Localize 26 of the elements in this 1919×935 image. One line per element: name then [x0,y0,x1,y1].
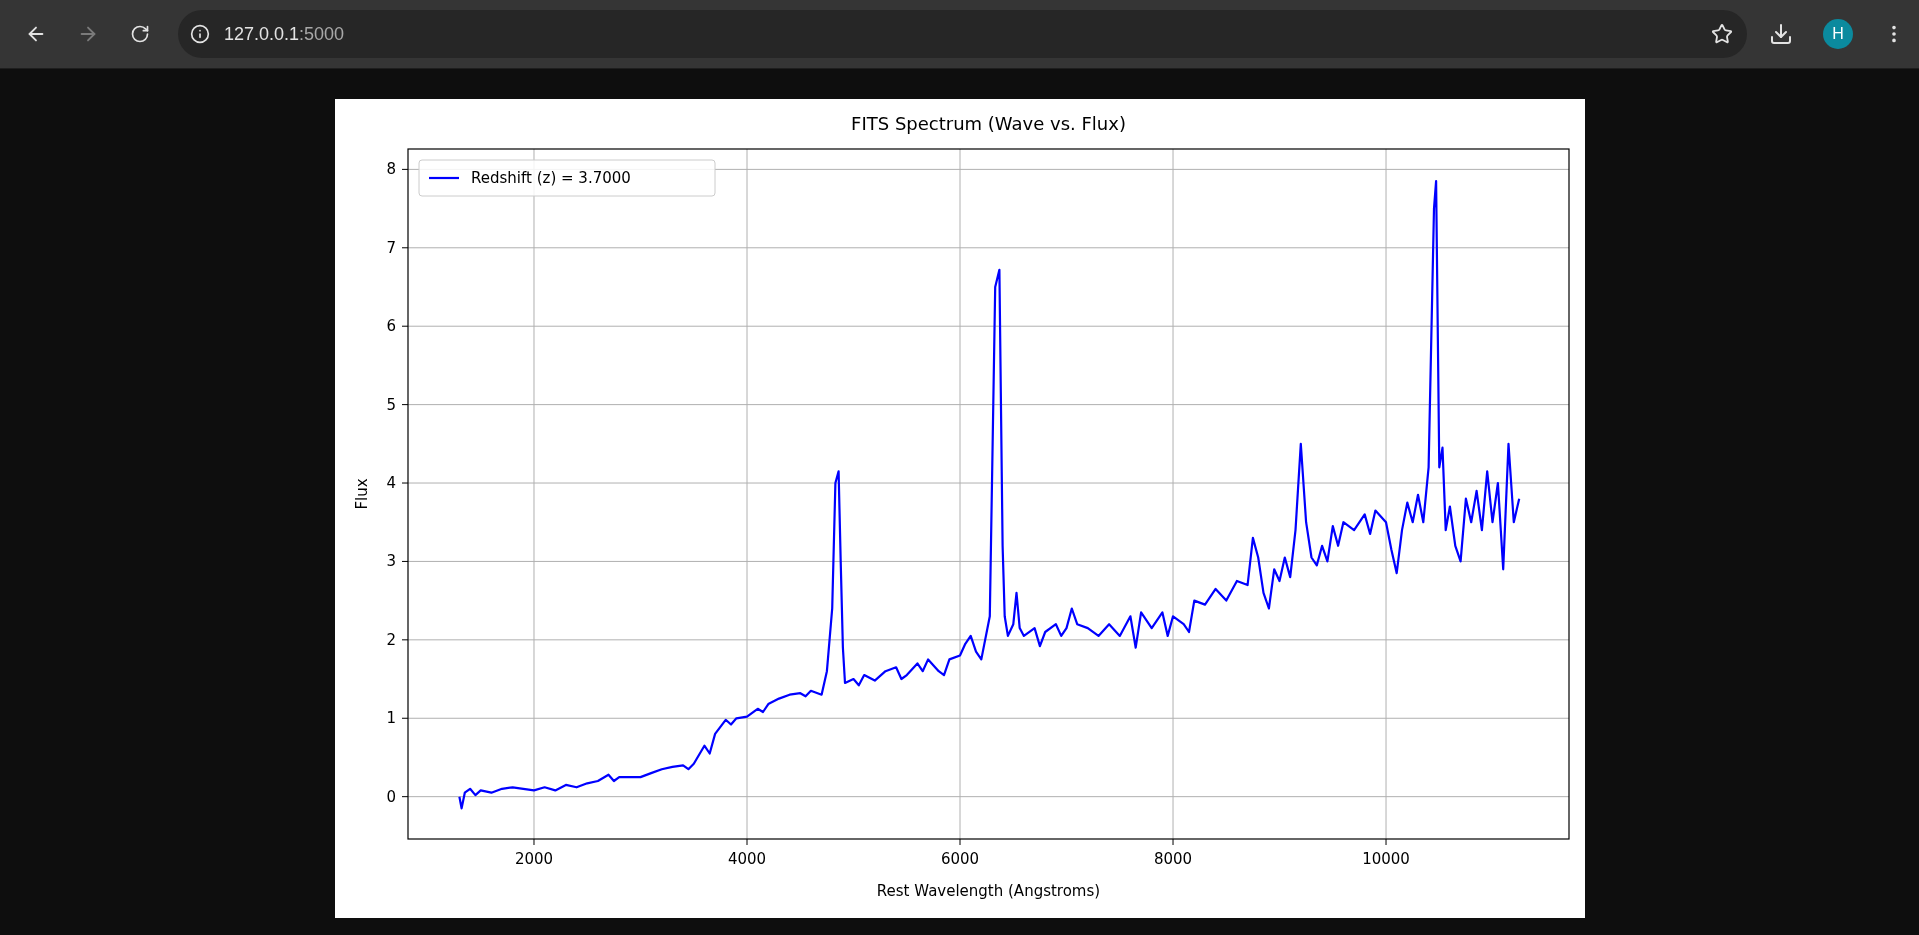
x-axis-label: Rest Wavelength (Angstroms) [876,882,1100,900]
y-tick-label: 6 [385,317,396,336]
legend-line-swatch [428,176,459,180]
y-tick-label: 4 [385,474,396,492]
y-tick-label: 5 [385,395,396,414]
profile-avatar[interactable]: H [1823,19,1853,49]
reload-icon[interactable] [130,24,150,44]
legend-label: Redshift (z) = 3.7000 [470,169,631,187]
y-axis-label: Flux [352,478,371,510]
y-tick-label: 3 [385,552,396,571]
y-tick-label: 1 [385,709,396,728]
address-bar[interactable]: 127.0.0.1:5000 [178,10,1747,58]
y-tick-label: 7 [385,238,396,257]
url-text: 127.0.0.1:5000 [224,23,346,45]
x-tick-label: 2000 [514,850,553,868]
x-tick-label: 4000 [727,850,766,868]
info-icon[interactable] [190,24,210,44]
download-icon[interactable] [1769,22,1793,46]
bookmark-star-icon[interactable] [1711,23,1733,45]
chart-title: FITS Spectrum (Wave vs. Flux) [850,113,1126,134]
y-tick-label: 2 [385,630,396,649]
y-tick-label: 0 [385,787,396,806]
y-tick-label: 8 [385,160,396,179]
x-tick-label: 10000 [1361,850,1410,868]
x-tick-label: 8000 [1153,850,1192,868]
x-tick-label: 6000 [940,850,979,868]
